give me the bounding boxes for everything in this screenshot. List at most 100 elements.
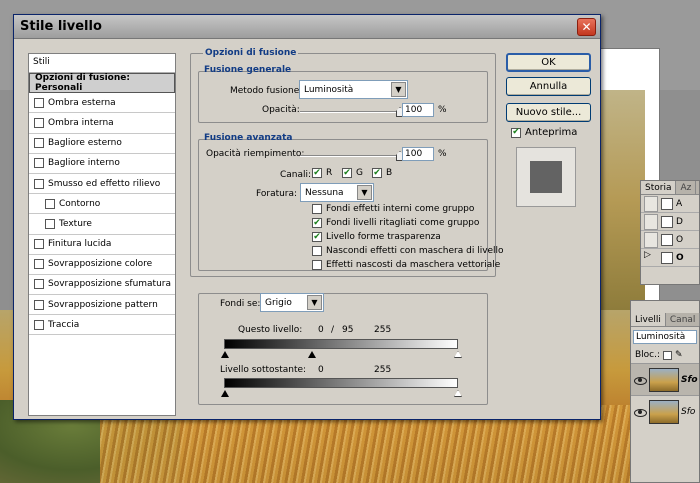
knockout-label: Foratura: (256, 189, 298, 199)
checkbox-box[interactable] (312, 260, 322, 270)
style-checkbox[interactable] (34, 138, 44, 149)
dialog-titlebar[interactable]: Stile livello ✕ (14, 15, 600, 39)
lock-label: Bloc.: (635, 350, 661, 360)
advanced-option-checkbox[interactable]: Effetti nascosti da maschera vettoriale (312, 260, 500, 270)
history-row[interactable]: A (641, 195, 699, 213)
history-snapshot-toggle[interactable] (644, 231, 658, 248)
checkbox-box[interactable] (312, 246, 322, 256)
channel-g-checkbox[interactable]: ✔ G (342, 168, 363, 178)
chevron-down-icon[interactable]: ▼ (307, 295, 322, 310)
layer-row[interactable]: Sfo (631, 363, 699, 395)
advanced-option-checkbox[interactable]: Fondi effetti interni come gruppo (312, 204, 474, 214)
advanced-blending-title: Fusione avanzata (204, 133, 293, 143)
advanced-option-checkbox[interactable]: ✔ Livello forme trasparenza (312, 232, 441, 242)
cancel-button[interactable]: Annulla (506, 77, 591, 96)
check-icon[interactable]: ✔ (511, 127, 521, 138)
check-icon[interactable]: ✔ (372, 168, 382, 178)
list-item[interactable]: Finitura lucida (29, 234, 175, 255)
style-label: Finitura lucida (48, 239, 112, 250)
channel-b-label: B (386, 168, 393, 178)
list-item-blending-options[interactable]: Opzioni di fusione: Personali (29, 73, 175, 94)
history-row[interactable]: O (641, 231, 699, 249)
channel-b-checkbox[interactable]: ✔ B (372, 168, 392, 178)
history-row[interactable]: D (641, 213, 699, 231)
list-item[interactable]: Sovrapposizione colore (29, 254, 175, 275)
style-checkbox[interactable] (34, 239, 44, 250)
chevron-down-icon[interactable]: ▼ (357, 185, 372, 200)
blend-if-value: Grigio (265, 297, 292, 308)
eye-icon[interactable] (633, 375, 647, 385)
fill-opacity-input[interactable]: 100 (402, 147, 434, 161)
history-brush-icon[interactable]: ▷ (644, 250, 658, 266)
list-item[interactable]: Traccia (29, 315, 175, 336)
ok-button[interactable]: OK (506, 53, 591, 72)
style-label: Smusso ed effetto rilievo (48, 178, 161, 189)
dialog-title: Stile livello (20, 19, 102, 34)
checkbox-box[interactable] (312, 204, 322, 214)
check-icon[interactable]: ✔ (312, 168, 322, 178)
check-icon[interactable]: ✔ (312, 218, 322, 228)
lock-transparency-icon[interactable] (663, 350, 673, 360)
style-label: Ombra interna (48, 117, 114, 128)
blend-mode-select[interactable]: Luminosità ▼ (299, 80, 408, 99)
list-item[interactable]: Smusso ed effetto rilievo (29, 173, 175, 195)
opacity-label: Opacità: (262, 105, 300, 115)
style-label: Sovrapposizione colore (48, 259, 153, 270)
underlying-high: 255 (374, 365, 392, 375)
style-checkbox[interactable] (34, 299, 44, 310)
list-item[interactable]: Bagliore esterno (29, 133, 175, 154)
styles-list-header[interactable]: Stili (29, 54, 175, 73)
document-icon (661, 251, 673, 264)
history-snapshot-toggle[interactable] (644, 195, 658, 212)
style-checkbox[interactable] (34, 279, 44, 290)
blend-if-group (198, 293, 488, 405)
tab-storia[interactable]: Storia (641, 181, 677, 194)
chevron-down-icon[interactable]: ▼ (391, 82, 406, 97)
style-checkbox[interactable] (45, 218, 55, 229)
preview-checkbox[interactable]: ✔ Anteprima (511, 127, 577, 138)
list-item[interactable]: Contorno (29, 194, 175, 215)
style-checkbox[interactable] (34, 259, 44, 270)
style-checkbox[interactable] (34, 178, 44, 189)
history-row[interactable]: ▷ O (641, 249, 699, 267)
blending-options-title: Opzioni di fusione (203, 48, 299, 58)
check-icon[interactable]: ✔ (312, 232, 322, 242)
eye-icon[interactable] (633, 407, 647, 417)
list-item[interactable]: Ombra esterna (29, 93, 175, 114)
photo-strip (600, 90, 645, 310)
list-item[interactable]: Bagliore interno (29, 153, 175, 174)
advanced-option-checkbox[interactable]: ✔ Fondi livelli ritagliati come gruppo (312, 218, 479, 228)
list-item[interactable]: Sovrapposizione sfumatura (29, 274, 175, 296)
new-style-button[interactable]: Nuovo stile... (506, 103, 591, 122)
history-snapshot-toggle[interactable] (644, 213, 658, 230)
layers-panel: Livelli Canal Luminosità Bloc.: ✎ Sfo Sf… (630, 300, 700, 483)
history-row-label: O (676, 234, 684, 245)
check-icon[interactable]: ✔ (342, 168, 352, 178)
opacity-input[interactable]: 100 (402, 103, 434, 117)
lock-brush-icon[interactable]: ✎ (675, 350, 683, 360)
style-checkbox[interactable] (45, 198, 55, 209)
close-button[interactable]: ✕ (577, 17, 596, 36)
list-item[interactable]: Texture (29, 214, 175, 235)
list-item[interactable]: Sovrapposizione pattern (29, 295, 175, 316)
fill-opacity-unit: % (438, 149, 447, 159)
style-label: Ombra esterna (48, 97, 116, 108)
channel-r-checkbox[interactable]: ✔ R (312, 168, 332, 178)
tab-livelli[interactable]: Livelli (631, 313, 666, 326)
style-checkbox[interactable] (34, 117, 44, 128)
blend-if-select[interactable]: Grigio ▼ (260, 293, 324, 312)
channel-g-label: G (356, 168, 363, 178)
style-checkbox[interactable] (34, 97, 44, 108)
style-checkbox[interactable] (34, 158, 44, 169)
layer-blend-mode-select[interactable]: Luminosità (633, 330, 697, 344)
style-checkbox[interactable] (34, 319, 44, 330)
advanced-option-checkbox[interactable]: Nascondi effetti con maschera di livello (312, 246, 504, 256)
tab-azioni[interactable]: Az (676, 181, 697, 194)
layer-row[interactable]: Sfo (631, 395, 699, 427)
opacity-slider[interactable] (300, 111, 400, 113)
fill-opacity-slider[interactable] (300, 155, 400, 157)
knockout-select[interactable]: Nessuna ▼ (300, 183, 374, 202)
style-label: Texture (59, 218, 92, 229)
list-item[interactable]: Ombra interna (29, 113, 175, 134)
tab-canali[interactable]: Canal (665, 313, 700, 326)
